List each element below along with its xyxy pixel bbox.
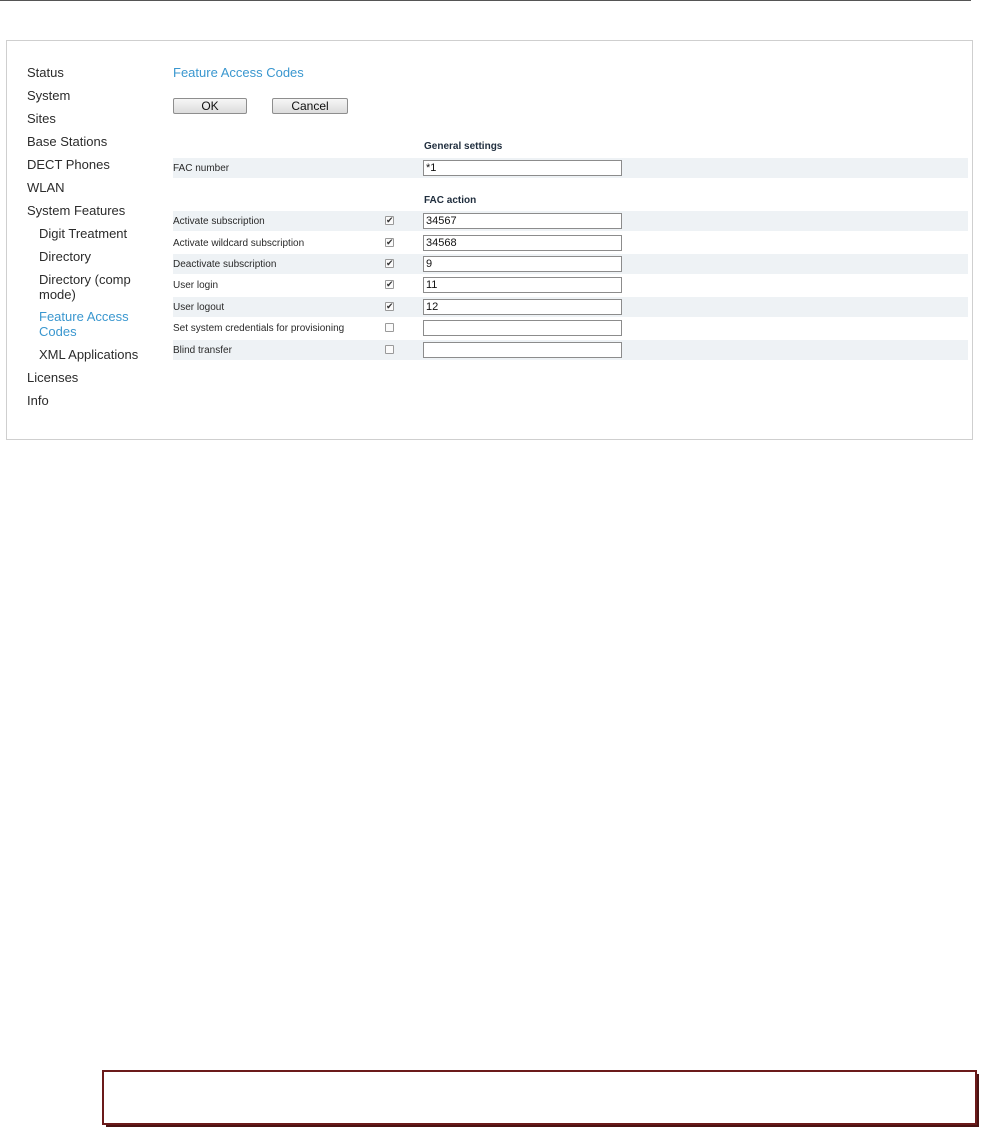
sidebar-item-system-features[interactable]: System Features — [27, 203, 167, 218]
fac-row-deactivate-subscription: Deactivate subscription ✔ — [173, 254, 968, 274]
fac-row-set-system-credentials: Set system credentials for provisioning — [173, 318, 968, 338]
fac-number-row: FAC number — [173, 158, 968, 178]
fac-row-label: Activate wildcard subscription — [173, 238, 305, 249]
sidebar-item-digit-treatment[interactable]: Digit Treatment — [27, 226, 179, 241]
fac-row-user-login: User login ✔ — [173, 275, 968, 295]
fac-row-label: User login — [173, 280, 219, 291]
activate-subscription-input[interactable] — [423, 213, 622, 229]
set-system-credentials-checkbox[interactable] — [385, 323, 394, 332]
sidebar-item-directory[interactable]: Directory — [27, 249, 91, 264]
sidebar-item-wlan[interactable]: WLAN — [27, 180, 65, 195]
sidebar-item-licenses[interactable]: Licenses — [27, 370, 78, 385]
activate-subscription-checkbox[interactable]: ✔ — [385, 216, 394, 225]
blind-transfer-input[interactable] — [423, 342, 622, 358]
activate-wildcard-subscription-checkbox[interactable]: ✔ — [385, 238, 394, 247]
fac-row-activate-subscription: Activate subscription ✔ — [173, 211, 968, 231]
fac-number-label: FAC number — [173, 163, 230, 174]
fac-number-input[interactable] — [423, 160, 622, 176]
top-divider — [0, 0, 971, 1]
sidebar-item-dect-phones[interactable]: DECT Phones — [27, 157, 110, 172]
fac-row-blind-transfer: Blind transfer — [173, 340, 968, 360]
sidebar-item-feature-access-codes[interactable]: Feature Access Codes — [27, 309, 179, 339]
page-title: Feature Access Codes — [173, 65, 304, 80]
alert-box — [102, 1070, 977, 1125]
fac-row-label: User logout — [173, 302, 225, 313]
fac-row-user-logout: User logout ✔ — [173, 297, 968, 317]
user-logout-checkbox[interactable]: ✔ — [385, 302, 394, 311]
fac-row-label: Deactivate subscription — [173, 259, 277, 270]
sidebar-item-info[interactable]: Info — [27, 393, 49, 408]
fac-row-label: Blind transfer — [173, 345, 232, 356]
settings-panel: Status System Sites Base Stations DECT P… — [6, 40, 973, 440]
user-login-input[interactable] — [423, 277, 622, 293]
fac-action-header: FAC action — [424, 195, 477, 206]
sidebar-item-directory-comp-mode[interactable]: Directory (comp mode) — [27, 272, 179, 302]
user-logout-input[interactable] — [423, 299, 622, 315]
sidebar-item-xml-applications[interactable]: XML Applications — [27, 347, 179, 362]
fac-row-activate-wildcard-subscription: Activate wildcard subscription ✔ — [173, 233, 968, 253]
sidebar-item-status[interactable]: Status — [27, 65, 64, 80]
activate-wildcard-subscription-input[interactable] — [423, 235, 622, 251]
deactivate-subscription-input[interactable] — [423, 256, 622, 272]
sidebar-item-system[interactable]: System — [27, 88, 70, 103]
blind-transfer-checkbox[interactable] — [385, 345, 394, 354]
fac-row-label: Activate subscription — [173, 216, 265, 227]
user-login-checkbox[interactable]: ✔ — [385, 280, 394, 289]
fac-row-label: Set system credentials for provisioning — [173, 323, 345, 334]
general-settings-header: General settings — [424, 141, 503, 152]
ok-button[interactable]: OK — [173, 98, 247, 114]
sidebar-item-sites[interactable]: Sites — [27, 111, 56, 126]
deactivate-subscription-checkbox[interactable]: ✔ — [385, 259, 394, 268]
sidebar-item-base-stations[interactable]: Base Stations — [27, 134, 107, 149]
cancel-button[interactable]: Cancel — [272, 98, 348, 114]
set-system-credentials-input[interactable] — [423, 320, 622, 336]
